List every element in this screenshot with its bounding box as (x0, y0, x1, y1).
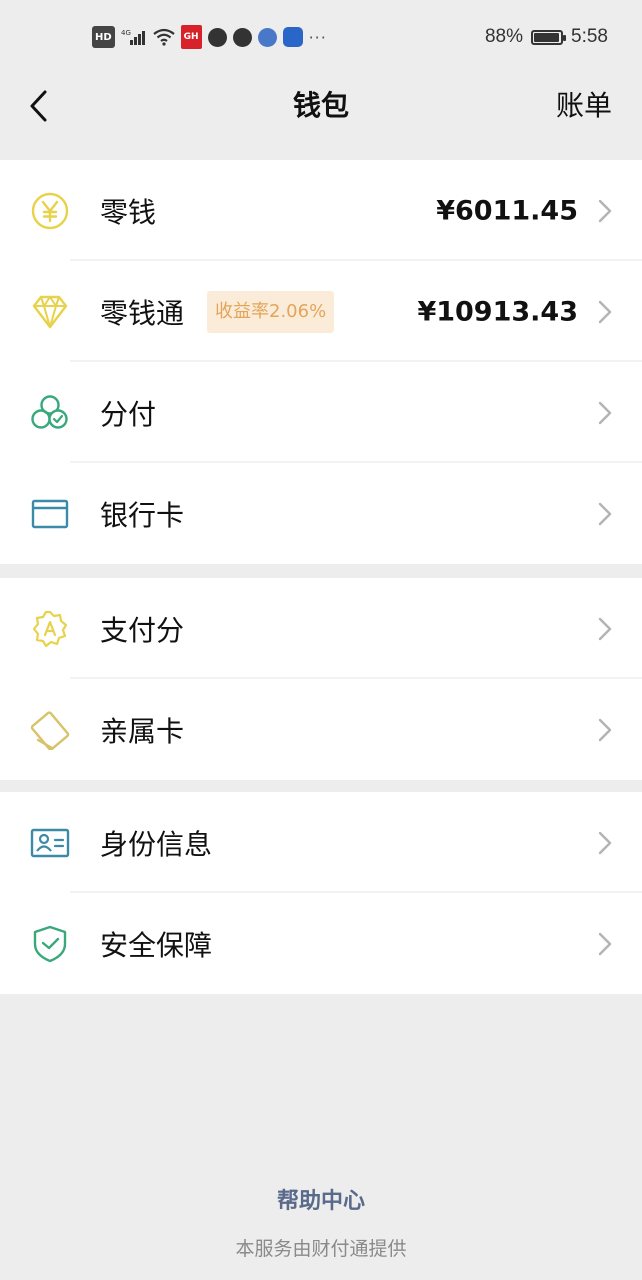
chevron-right-icon (596, 500, 614, 528)
status-bar-right: 88% 5:58 (485, 24, 608, 50)
hd-indicator: HD (92, 26, 115, 48)
page-title: 钱包 (292, 89, 349, 122)
coin-icon (30, 191, 70, 231)
service-provider-note: 本服务由财付通提供 (235, 1238, 407, 1260)
row-label: 安全保障 (100, 928, 213, 962)
security-group: 身份信息 安全保障 (0, 792, 642, 994)
list-item-fenfu[interactable]: 分付 (0, 362, 642, 463)
row-label: 分付 (100, 397, 157, 431)
chevron-right-icon (596, 615, 614, 643)
bill-button[interactable]: 账单 (556, 86, 612, 126)
app-notification-icon-2 (207, 27, 227, 47)
battery-percent: 88% (484, 26, 524, 47)
row-label: 银行卡 (100, 498, 185, 532)
cellular-signal-icon: 4G (121, 27, 147, 47)
chevron-left-icon (30, 90, 47, 122)
app-notification-icon: GH (180, 25, 202, 49)
chevron-right-icon (596, 197, 614, 225)
id-card-icon (30, 823, 70, 863)
battery-icon (531, 29, 567, 45)
status-bar-left-icons: HD 4G GH ··· (92, 24, 327, 50)
list-item-identity-info[interactable]: 身份信息 (0, 792, 642, 893)
chevron-right-icon (596, 716, 614, 744)
row-value: ¥6011.45 (436, 195, 578, 226)
more-notifications-icon: ··· (308, 27, 327, 47)
navigation-bar: 钱包 账单 (0, 74, 642, 158)
app-notification-icon-4 (282, 27, 303, 47)
row-label: 亲属卡 (100, 714, 185, 748)
status-bar: HD 4G GH ··· 88% 5:58 (0, 0, 642, 74)
row-label: 身份信息 (100, 827, 213, 861)
music-app-icon (257, 27, 277, 47)
bank-card-icon (30, 494, 70, 534)
battery-fill (534, 32, 559, 42)
score-badge-icon (30, 609, 70, 649)
yield-rate-badge: 收益率2.06% (207, 290, 335, 333)
clover-icon (30, 393, 70, 433)
family-card-icon (30, 710, 70, 750)
wifi-icon (152, 27, 175, 47)
back-button[interactable] (18, 86, 58, 126)
diamond-icon (30, 292, 70, 332)
row-label: 零钱通 (100, 296, 185, 330)
app-notification-icon-3 (232, 27, 252, 47)
list-item-change-plus[interactable]: 零钱通 收益率2.06% ¥10913.43 (0, 261, 642, 362)
chevron-right-icon (596, 829, 614, 857)
list-item-bank-card[interactable]: 银行卡 (0, 463, 642, 564)
clock-time: 5:58 (571, 26, 608, 47)
chevron-right-icon (596, 399, 614, 427)
chevron-right-icon (596, 298, 614, 326)
list-item-pay-score[interactable]: 支付分 (0, 578, 642, 679)
wallet-balance-group: 零钱 ¥6011.45 零钱通 收益率2.06% ¥10913.43 分付 银行… (0, 160, 642, 564)
shield-check-icon (30, 924, 70, 964)
row-label: 支付分 (100, 613, 185, 647)
row-value: ¥10913.43 (417, 296, 578, 327)
credit-group: 支付分 亲属卡 (0, 578, 642, 780)
row-label: 零钱 (100, 195, 157, 229)
list-item-family-card[interactable]: 亲属卡 (0, 679, 642, 780)
help-center-link[interactable]: 帮助中心 (0, 1183, 642, 1215)
list-item-security[interactable]: 安全保障 (0, 893, 642, 994)
list-item-change[interactable]: 零钱 ¥6011.45 (0, 160, 642, 261)
network-type-label: 4G (121, 29, 131, 37)
chevron-right-icon (596, 930, 614, 958)
